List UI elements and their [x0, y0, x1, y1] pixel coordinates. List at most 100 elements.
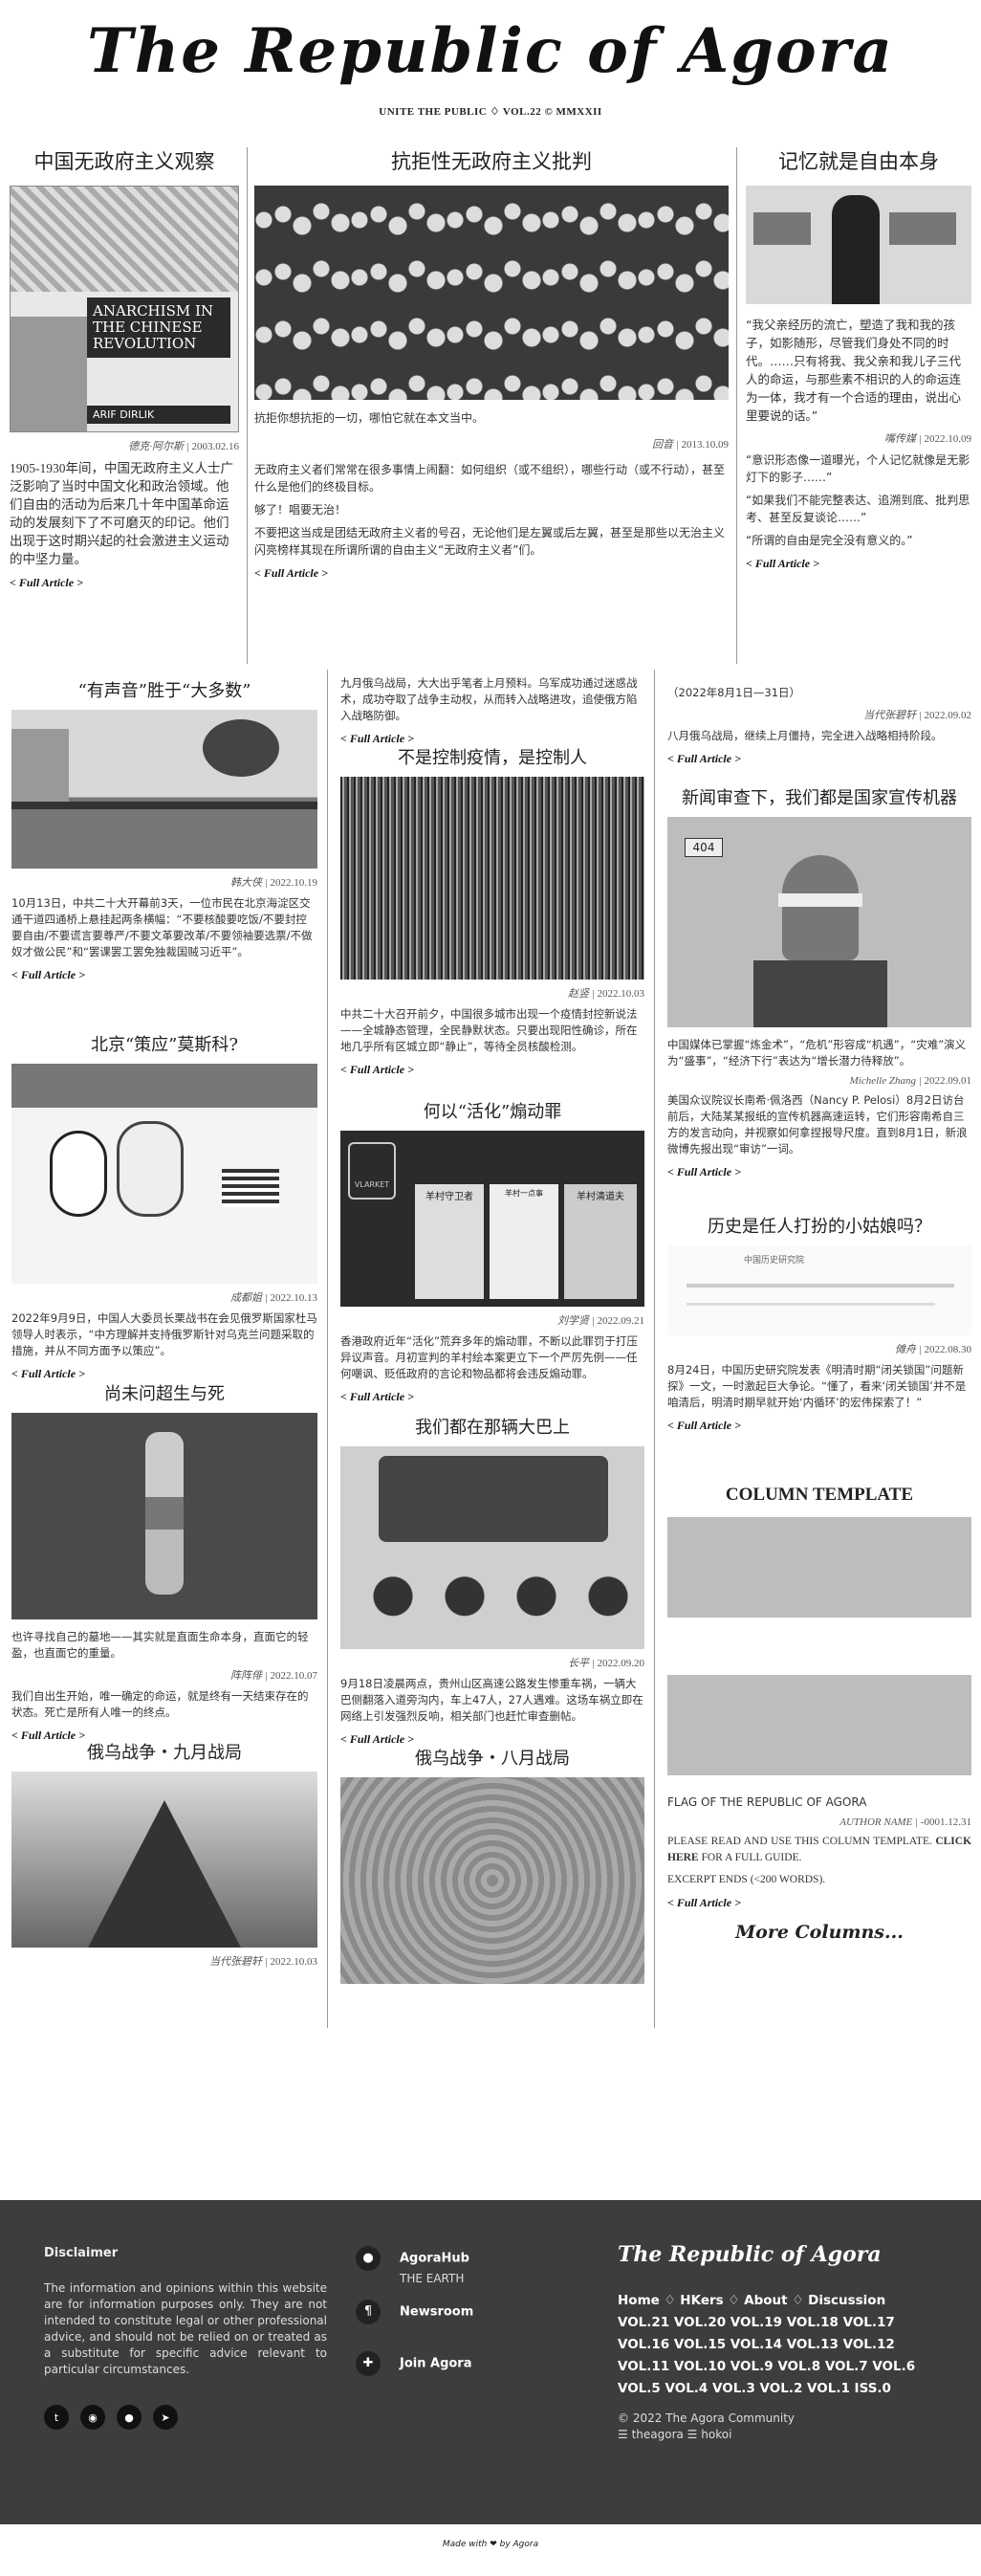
- article-history: 历史是任人打扮的小姑娘吗？ 中国历史研究院 傩舟 | 2022.08.30 8月…: [667, 1215, 971, 1433]
- excerpt-2: 够了！唱要无治！: [254, 503, 347, 517]
- article-title[interactable]: 中国无政府主义观察: [10, 147, 239, 176]
- copyright-block: © 2022 The Agora Community ☰ theagora ☰ …: [618, 2411, 795, 2443]
- site-title[interactable]: The Republic of Agora: [0, 13, 981, 90]
- excerpt-2: 我们自出生开始，唯一确定的命运，就是终有一天结束存在的状态。死亡是所有人唯一的终…: [11, 1689, 309, 1719]
- hourglass-image: [11, 1413, 317, 1619]
- github-icon[interactable]: ◉: [80, 2405, 105, 2430]
- face: [782, 855, 859, 960]
- handles[interactable]: ☰ theagora ☰ hokoi: [618, 2427, 795, 2443]
- date: 2022.10.13: [270, 1292, 318, 1304]
- link-label: Newsroom: [400, 2304, 474, 2320]
- article-life-death: 尚未问超生与死 也许寻找自己的墓地——其实就是直面生命本身，直面它的轻盈，也直面…: [11, 1382, 317, 1743]
- excerpt: 中共二十大召开前夕，中国很多城市出现一个疫情封控新说法——全城静态管理，全民静默…: [340, 1007, 638, 1053]
- full-article-link[interactable]: < Full Article >: [11, 968, 317, 982]
- article-title[interactable]: 我们都在那辆大巴上: [340, 1416, 644, 1441]
- article-title[interactable]: 记忆就是自由本身: [746, 147, 971, 176]
- article-anarchism-observation: 中国无政府主义观察 ANARCHISM IN THE CHINESE REVOL…: [10, 147, 239, 590]
- footer-menu: Home ♢ HKers ♢ About ♢ Discussion VOL.21…: [618, 2290, 943, 2400]
- full-article-link[interactable]: < Full Article >: [340, 1732, 644, 1747]
- full-article-link[interactable]: < Full Article >: [254, 566, 729, 581]
- twitter-icon[interactable]: t: [44, 2405, 69, 2430]
- excerpt-1: 中国媒体已掌握“炼金术”，“危机”形容成“机遇”，“灾难”演义为“盛事”，“经济…: [667, 1038, 967, 1068]
- footer-site-title[interactable]: The Republic of Agora: [618, 2242, 882, 2267]
- full-article-link[interactable]: < Full Article >: [667, 752, 971, 766]
- full-article-link[interactable]: < Full Article >: [340, 1063, 644, 1077]
- cover-illustration: [11, 187, 238, 292]
- author: AUTHOR NAME: [839, 1816, 913, 1828]
- author: 回音: [651, 439, 673, 451]
- volume-links[interactable]: VOL.16 VOL.15 VOL.14 VOL.13 VOL.12: [618, 2334, 943, 2356]
- article-title[interactable]: 新闻审查下，我们都是国家宣传机器: [667, 786, 971, 811]
- template-text-a: PLEASE READ AND USE THIS COLUMN TEMPLATE…: [667, 1836, 932, 1847]
- cover-title: ANARCHISM IN THE CHINESE REVOLUTION: [93, 302, 214, 352]
- full-article-link[interactable]: < Full Article >: [667, 1419, 971, 1433]
- date: -0001.12.31: [920, 1816, 971, 1828]
- newsroom-link[interactable]: ¶ Newsroom: [356, 2300, 473, 2324]
- cover-figure: [11, 317, 87, 431]
- date: 2022.10.03: [597, 988, 645, 1000]
- date: 2003.02.16: [191, 441, 240, 452]
- join-agora-link[interactable]: ✚ Join Agora: [356, 2351, 472, 2376]
- author: 傩舟: [894, 1344, 916, 1355]
- book-panel: 羊村守卫者: [415, 1184, 484, 1299]
- reddit-icon[interactable]: ●: [117, 2405, 142, 2430]
- full-article-link[interactable]: < Full Article >: [10, 576, 239, 590]
- article-title[interactable]: “有声音”胜于“大多数”: [11, 679, 317, 704]
- monument-photo: [11, 1772, 317, 1948]
- article-title[interactable]: 不是控制疫情，是控制人: [340, 746, 644, 771]
- full-article-link[interactable]: < Full Article >: [11, 1367, 317, 1381]
- article-title[interactable]: 何以“活化”煽动罪: [340, 1100, 644, 1125]
- date: 2013.10.09: [681, 439, 730, 451]
- volume-links[interactable]: VOL.5 VOL.4 VOL.3 VOL.2 VOL.1 ISS.0: [618, 2378, 943, 2400]
- article-title[interactable]: 俄乌战争・九月战局: [11, 1741, 317, 1766]
- gallery-photo: [746, 186, 971, 304]
- column-template: COLUMN TEMPLATE FLAG OF THE REPUBLIC OF …: [667, 1483, 971, 1943]
- pilcrow-icon: ¶: [356, 2300, 381, 2324]
- excerpt: 2022年9月9日，中国人大委员长栗战书在会见俄罗斯国家杜马领导人时表示，“中方…: [11, 1311, 317, 1357]
- article-war-august: 俄乌战争・八月战局: [340, 1747, 644, 1984]
- full-article-link[interactable]: < Full Article >: [340, 732, 644, 746]
- copyright: © 2022 The Agora Community: [618, 2411, 796, 2425]
- volume-links[interactable]: VOL.21 VOL.20 VOL.19 VOL.18 VOL.17: [618, 2312, 943, 2334]
- aerial-field-image: [340, 1777, 644, 1984]
- article-title[interactable]: 尚未问超生与死: [11, 1382, 317, 1407]
- date: 2022.10.09: [924, 433, 972, 445]
- byline: 成都姐 | 2022.10.13: [229, 1292, 318, 1304]
- article-sedition: 何以“活化”煽动罪 VLARKET 羊村守卫者 羊村一点事 羊村清道夫 刘学贤 …: [340, 1100, 644, 1404]
- agorahub-link[interactable]: ● AgoraHub THE EARTH: [356, 2246, 469, 2285]
- book-cover-image: ANARCHISM IN THE CHINESE REVOLUTION ARIF…: [10, 186, 239, 432]
- template-title[interactable]: COLUMN TEMPLATE: [667, 1483, 971, 1508]
- telegram-icon[interactable]: ➤: [153, 2405, 178, 2430]
- author: 阵阵俳: [229, 1670, 262, 1682]
- byline: 德克·阿尔斯 | 2003.02.16: [128, 441, 240, 452]
- byline: 刘学贤 | 2022.09.21: [556, 1315, 644, 1327]
- more-columns-link[interactable]: More Columns...: [667, 1922, 971, 1943]
- date: 2022.10.19: [270, 877, 318, 889]
- article-propaganda: 新闻审查下，我们都是国家宣传机器 404 中国媒体已掌握“炼金术”，“危机”形容…: [667, 786, 971, 1179]
- article-title[interactable]: 俄乌战争・八月战局: [340, 1747, 644, 1772]
- full-article-link[interactable]: < Full Article >: [746, 557, 971, 571]
- flag: [222, 1169, 279, 1207]
- full-article-link[interactable]: < Full Article >: [667, 1896, 971, 1910]
- author: 当代张碧轩: [862, 710, 916, 721]
- excerpt: 九月俄乌战局，大大出乎笔者上月预料。乌军成功通过迷惑战术，成功夺取了战争主动权，…: [340, 676, 638, 722]
- article-title[interactable]: 历史是任人打扮的小姑娘吗？: [667, 1215, 971, 1240]
- byline: 赵竖 | 2022.10.03: [567, 988, 645, 1000]
- template-excerpt-end: EXCERPT ENDS (<200 WORDS).: [667, 1874, 826, 1885]
- article-title[interactable]: 北京“策应”莫斯科?: [11, 1033, 317, 1058]
- excerpt: 香港政府近年“活化”荒弃多年的煽动罪，不断以此罪罚于打压异议声音。月初宣判的羊村…: [340, 1334, 638, 1380]
- location-icon: ●: [356, 2246, 381, 2271]
- excerpt-1: 也许寻找自己的墓地——其实就是直面生命本身，直面它的轻盈，也直面它的重量。: [11, 1630, 309, 1660]
- top-articles: 中国无政府主义观察 ANARCHISM IN THE CHINESE REVOL…: [0, 134, 981, 670]
- document-screenshot: 中国历史研究院: [667, 1245, 971, 1335]
- footer-nav[interactable]: Home ♢ HKers ♢ About ♢ Discussion: [618, 2290, 943, 2312]
- full-article-link[interactable]: < Full Article >: [340, 1390, 644, 1404]
- doc-line: [687, 1284, 954, 1288]
- article-beijing-moscow: 北京“策应”莫斯科? 成都姐 | 2022.10.13 2022年9月9日，中国…: [11, 1033, 317, 1381]
- disclaimer-text: The information and opinions within this…: [44, 2281, 327, 2376]
- full-article-link[interactable]: < Full Article >: [667, 1165, 971, 1179]
- date-range: （2022年8月1日—31日）: [667, 686, 801, 699]
- article-title[interactable]: 抗拒性无政府主义批判: [254, 147, 729, 176]
- template-text: PLEASE READ AND USE THIS COLUMN TEMPLATE…: [667, 1834, 971, 1866]
- volume-links[interactable]: VOL.11 VOL.10 VOL.9 VOL.8 VOL.7 VOL.6: [618, 2356, 943, 2378]
